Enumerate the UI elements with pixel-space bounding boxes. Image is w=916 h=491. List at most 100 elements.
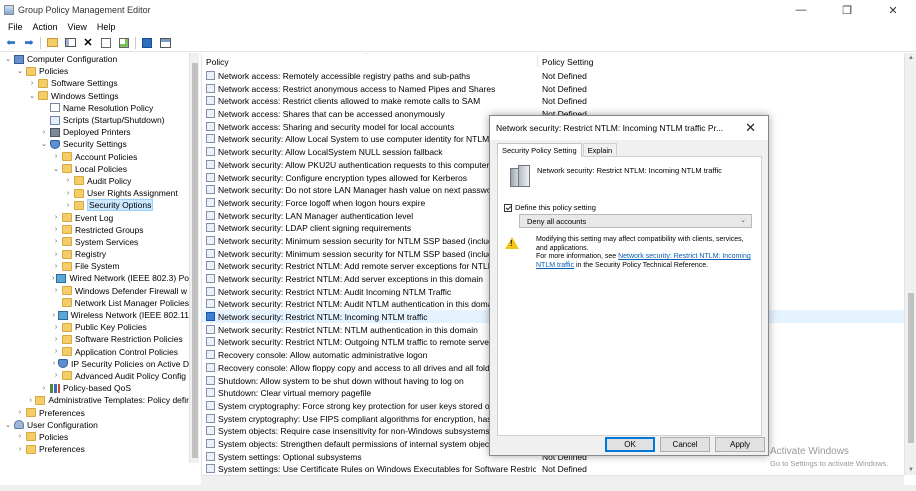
chevron-right-icon[interactable]: › xyxy=(52,238,60,245)
policy-row[interactable]: Network access: Restrict anonymous acces… xyxy=(202,82,904,95)
chevron-right-icon[interactable]: › xyxy=(64,190,72,197)
tree-node-label[interactable]: Scripts (Startup/Shutdown) xyxy=(63,115,165,125)
tree-node-label[interactable]: Public Key Policies xyxy=(75,322,147,332)
tree-node-label[interactable]: Security Settings xyxy=(63,139,127,149)
policy-row[interactable]: Network access: Restrict clients allowed… xyxy=(202,94,904,107)
properties-icon[interactable] xyxy=(99,36,113,50)
close-button[interactable]: ✕ xyxy=(870,0,916,20)
tree-node-label[interactable]: IP Security Policies on Active D xyxy=(71,359,189,369)
tree-node[interactable]: ⌄ Policies xyxy=(0,65,189,77)
scroll-up-icon[interactable]: ▲ xyxy=(908,55,914,61)
tree-node[interactable]: › Software Settings xyxy=(0,77,189,89)
tree-node-label[interactable]: Windows Defender Firewall w xyxy=(75,286,187,296)
chevron-right-icon[interactable]: › xyxy=(52,360,56,367)
chevron-right-icon[interactable]: › xyxy=(64,202,72,209)
tree-node[interactable]: › Event Log xyxy=(0,211,189,223)
tree-node[interactable]: › Wired Network (IEEE 802.3) Po xyxy=(0,272,189,284)
chevron-right-icon[interactable]: › xyxy=(52,324,60,331)
scroll-down-icon[interactable]: ▼ xyxy=(908,467,914,473)
tree-node-label[interactable]: Security Options xyxy=(87,199,154,212)
tree-node[interactable]: Network List Manager Policies xyxy=(0,297,189,309)
tree-node-label[interactable]: Wired Network (IEEE 802.3) Po xyxy=(69,273,189,283)
chevron-down-icon[interactable]: ⌄ xyxy=(4,55,12,63)
tree-node-label[interactable]: Software Restriction Policies xyxy=(75,334,183,344)
tree-node[interactable]: › Policies xyxy=(0,431,189,443)
chevron-right-icon[interactable]: › xyxy=(52,312,56,319)
chevron-right-icon[interactable]: › xyxy=(52,251,60,258)
menu-file[interactable]: File xyxy=(8,22,23,32)
chevron-right-icon[interactable]: › xyxy=(52,348,60,355)
chevron-down-icon[interactable]: ⌄ xyxy=(4,421,12,429)
define-policy-checkbox[interactable] xyxy=(504,203,512,212)
tree-node-label[interactable]: Restricted Groups xyxy=(75,225,144,235)
tree-node-label[interactable]: Policies xyxy=(39,432,68,442)
chevron-right-icon[interactable]: › xyxy=(52,372,60,379)
chevron-right-icon[interactable]: › xyxy=(40,385,48,392)
up-folder-icon[interactable] xyxy=(45,36,59,50)
tree-node[interactable]: › Account Policies xyxy=(0,151,189,163)
column-header-policy-setting[interactable]: Policy Setting xyxy=(542,57,594,67)
back-icon[interactable]: ⬅ xyxy=(4,36,18,50)
show-hide-tree-icon[interactable] xyxy=(63,36,77,50)
tree-node[interactable]: › Application Control Policies xyxy=(0,346,189,358)
tree-node-label[interactable]: Account Policies xyxy=(75,152,137,162)
horizontal-scrollbar[interactable] xyxy=(201,475,904,485)
tree-node-label[interactable]: Registry xyxy=(75,249,106,259)
chevron-right-icon[interactable]: › xyxy=(52,275,54,282)
tree-node-label[interactable]: User Configuration xyxy=(27,420,98,430)
help-icon[interactable] xyxy=(140,36,154,50)
delete-icon[interactable]: ✕ xyxy=(81,36,95,50)
column-header-policy[interactable]: Policy xyxy=(206,57,229,67)
menu-view[interactable]: View xyxy=(68,22,87,32)
chevron-right-icon[interactable]: › xyxy=(52,214,60,221)
restore-button[interactable]: ❐ xyxy=(824,0,870,20)
tree-node[interactable]: › Registry xyxy=(0,248,189,260)
mmc-view-icon[interactable] xyxy=(158,36,172,50)
policy-name-cell[interactable]: Network access: Remotely accessible regi… xyxy=(218,71,536,81)
dialog-close-icon[interactable]: ✕ xyxy=(745,120,756,136)
chevron-right-icon[interactable]: › xyxy=(28,397,33,404)
list-scrollbar[interactable]: ▲ ▼ xyxy=(904,53,916,475)
tree-node[interactable]: ⌄ Local Policies xyxy=(0,163,189,175)
apply-button[interactable]: Apply xyxy=(715,437,765,452)
tree-node[interactable]: › Deployed Printers xyxy=(0,126,189,138)
define-policy-checkbox-row[interactable]: Define this policy setting xyxy=(504,203,596,212)
chevron-right-icon[interactable]: › xyxy=(52,226,60,233)
ok-button[interactable]: OK xyxy=(605,437,655,452)
tree-node[interactable]: › Wireless Network (IEEE 802.11 xyxy=(0,309,189,321)
tree-node-label[interactable]: Network List Manager Policies xyxy=(75,298,189,308)
tree-node[interactable]: › Advanced Audit Policy Config xyxy=(0,370,189,382)
chevron-right-icon[interactable]: › xyxy=(16,433,24,440)
tree-node[interactable]: › User Rights Assignment xyxy=(0,187,189,199)
tree-node-label[interactable]: Policies xyxy=(39,66,68,76)
tree-node-label[interactable]: Application Control Policies xyxy=(75,347,178,357)
chevron-right-icon[interactable]: › xyxy=(16,446,24,453)
chevron-right-icon[interactable]: › xyxy=(52,336,60,343)
chevron-right-icon[interactable]: › xyxy=(52,287,60,294)
cancel-button[interactable]: Cancel xyxy=(660,437,710,452)
tree-node[interactable]: › Preferences xyxy=(0,406,189,418)
policy-name-cell[interactable]: Network access: Restrict anonymous acces… xyxy=(218,84,536,94)
export-list-icon[interactable] xyxy=(117,36,131,50)
tree-node-label[interactable]: Windows Settings xyxy=(51,91,119,101)
tree-scrollbar-thumb[interactable] xyxy=(192,63,198,458)
chevron-down-icon[interactable]: ⌄ xyxy=(28,92,36,100)
tree-node-label[interactable]: Computer Configuration xyxy=(27,54,117,64)
tree-node-label[interactable]: User Rights Assignment xyxy=(87,188,178,198)
tree-node-label[interactable]: File System xyxy=(75,261,119,271)
tree-node-label[interactable]: Wireless Network (IEEE 802.11 xyxy=(71,310,189,320)
chevron-down-icon[interactable]: ⌄ xyxy=(52,165,60,173)
policy-row[interactable]: Network access: Remotely accessible regi… xyxy=(202,69,904,82)
tree-node[interactable]: › Administrative Templates: Policy defir xyxy=(0,394,189,406)
tree-node[interactable]: Name Resolution Policy xyxy=(0,102,189,114)
tree-node-label[interactable]: Policy-based QoS xyxy=(63,383,131,393)
tree-node-label[interactable]: Software Settings xyxy=(51,78,118,88)
tree-node[interactable]: › Restricted Groups xyxy=(0,224,189,236)
tree-node[interactable]: ⌄ User Configuration xyxy=(0,419,189,431)
chevron-right-icon[interactable]: › xyxy=(52,263,60,270)
forward-icon[interactable]: ➡ xyxy=(22,36,36,50)
tree-node[interactable]: › File System xyxy=(0,260,189,272)
tree-node[interactable]: › Audit Policy xyxy=(0,175,189,187)
tree-node[interactable]: ⌄ Security Settings xyxy=(0,138,189,150)
tree-node[interactable]: › Preferences xyxy=(0,443,189,455)
